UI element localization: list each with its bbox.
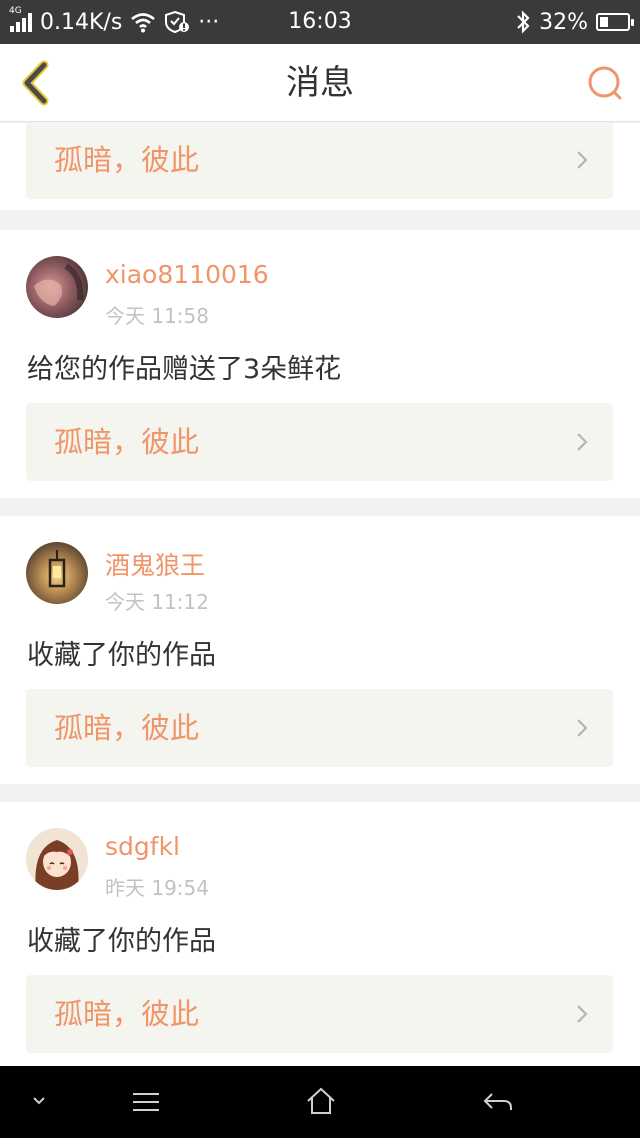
- avatar[interactable]: [26, 828, 88, 890]
- username[interactable]: xiao8110016: [105, 260, 269, 289]
- menu-icon[interactable]: [130, 1090, 162, 1114]
- bluetooth-icon: [517, 10, 530, 34]
- list-item: 酒鬼狼王 今天 11:12 收藏了你的作品 孤暗，彼此: [0, 516, 640, 784]
- battery-text: 32%: [539, 9, 588, 35]
- notification-list: 孤暗，彼此 xiao8110016 今天 11:58 给您的作品赠送了3朵鲜花 …: [0, 123, 640, 1066]
- work-title: 孤暗，彼此: [54, 711, 200, 745]
- message-text: 给您的作品赠送了3朵鲜花: [27, 354, 342, 385]
- status-right: 32%: [515, 0, 634, 44]
- back-arrow-icon[interactable]: [482, 1090, 514, 1114]
- timestamp: 今天 11:58: [105, 304, 209, 328]
- avatar[interactable]: [26, 542, 88, 604]
- avatar[interactable]: [26, 256, 88, 318]
- chevron-down-icon[interactable]: [30, 1094, 48, 1108]
- chevron-right-icon: [577, 151, 588, 169]
- timestamp: 昨天 19:54: [105, 876, 209, 900]
- message-text: 收藏了你的作品: [27, 926, 216, 957]
- avatar-image: [26, 256, 88, 318]
- status-bar: 4G 0.14K/s ··· 16:03 32%: [0, 0, 640, 44]
- work-link[interactable]: 孤暗，彼此: [26, 403, 613, 481]
- list-item: sdgfkl 昨天 19:54 收藏了你的作品 孤暗，彼此: [0, 802, 640, 1066]
- timestamp: 今天 11:12: [105, 590, 209, 614]
- work-title: 孤暗，彼此: [54, 997, 200, 1031]
- username[interactable]: sdgfkl: [105, 832, 180, 861]
- battery-fill: [600, 17, 609, 27]
- battery-icon: [596, 13, 634, 31]
- page-title: 消息: [286, 63, 354, 103]
- home-icon[interactable]: [305, 1086, 337, 1116]
- avatar-image: [26, 828, 88, 890]
- list-item: xiao8110016 今天 11:58 给您的作品赠送了3朵鲜花 孤暗，彼此: [0, 230, 640, 498]
- header: 消息: [0, 44, 640, 122]
- chevron-right-icon: [577, 719, 588, 737]
- chevron-right-icon: [577, 433, 588, 451]
- message-text: 收藏了你的作品: [27, 640, 216, 671]
- system-nav-bar: [0, 1066, 640, 1138]
- work-link[interactable]: 孤暗，彼此: [26, 975, 613, 1053]
- avatar-image: [26, 542, 88, 604]
- list-item: 孤暗，彼此: [0, 123, 640, 210]
- work-link[interactable]: 孤暗，彼此: [26, 123, 613, 199]
- search-icon[interactable]: [586, 64, 624, 102]
- work-title: 孤暗，彼此: [54, 143, 200, 177]
- work-title: 孤暗，彼此: [54, 425, 200, 459]
- work-link[interactable]: 孤暗，彼此: [26, 689, 613, 767]
- username[interactable]: 酒鬼狼王: [105, 546, 205, 582]
- chevron-right-icon: [577, 1005, 588, 1023]
